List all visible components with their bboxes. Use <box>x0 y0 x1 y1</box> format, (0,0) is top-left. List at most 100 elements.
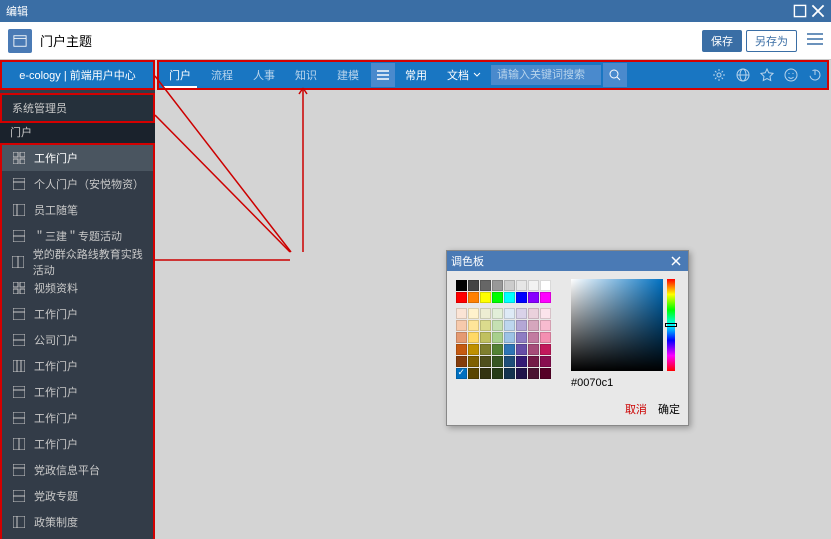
cancel-button[interactable]: 取消 <box>625 404 647 416</box>
color-swatch[interactable] <box>480 320 491 331</box>
sidebar-item[interactable]: 工作门户 <box>2 301 153 327</box>
color-swatch[interactable] <box>540 332 551 343</box>
sidebar-item[interactable]: 党的群众路线教育实践活动 <box>2 249 153 275</box>
tab-portal[interactable]: 门户 <box>159 62 201 88</box>
color-swatch[interactable] <box>504 280 515 291</box>
sidebar-item[interactable]: 公司门户 <box>2 327 153 353</box>
color-swatch[interactable] <box>540 280 551 291</box>
sidebar-item[interactable]: 视频资料 <box>2 275 153 301</box>
color-swatch[interactable] <box>540 308 551 319</box>
save-as-button[interactable]: 另存为 <box>746 30 797 52</box>
color-swatch[interactable] <box>528 356 539 367</box>
color-swatch[interactable] <box>540 292 551 303</box>
color-swatch[interactable] <box>480 368 491 379</box>
sidebar-item[interactable]: 工作门户 <box>2 353 153 379</box>
color-swatch[interactable] <box>456 292 467 303</box>
power-icon[interactable] <box>803 63 827 87</box>
color-swatch[interactable] <box>468 280 479 291</box>
star-icon[interactable] <box>755 63 779 87</box>
color-swatch[interactable] <box>528 280 539 291</box>
tab-model[interactable]: 建模 <box>327 62 369 88</box>
color-swatch[interactable] <box>516 332 527 343</box>
color-swatch[interactable] <box>492 368 503 379</box>
color-swatch[interactable] <box>516 356 527 367</box>
color-swatch[interactable] <box>492 320 503 331</box>
color-swatch[interactable] <box>504 292 515 303</box>
sidebar-item[interactable]: 工作门户 <box>2 405 153 431</box>
color-swatch[interactable] <box>456 356 467 367</box>
color-swatch[interactable] <box>492 308 503 319</box>
color-swatch[interactable] <box>492 332 503 343</box>
menu-toggle-icon[interactable] <box>371 63 395 87</box>
color-swatch[interactable] <box>468 320 479 331</box>
sidebar-item[interactable]: 党政专题 <box>2 483 153 509</box>
color-swatch[interactable] <box>456 368 467 379</box>
color-swatch[interactable] <box>504 332 515 343</box>
color-swatch[interactable] <box>480 280 491 291</box>
color-swatch[interactable] <box>528 292 539 303</box>
save-button[interactable]: 保存 <box>702 30 742 52</box>
color-swatch[interactable] <box>540 344 551 355</box>
color-swatch[interactable] <box>528 308 539 319</box>
color-swatch[interactable] <box>456 332 467 343</box>
color-swatch[interactable] <box>456 280 467 291</box>
window-maximize-icon[interactable] <box>793 4 807 18</box>
color-swatch[interactable] <box>540 368 551 379</box>
color-swatch[interactable] <box>468 332 479 343</box>
ok-button[interactable]: 确定 <box>658 404 680 416</box>
color-swatch[interactable] <box>504 320 515 331</box>
color-swatch[interactable] <box>540 320 551 331</box>
sidebar-item[interactable]: 个人门户（安悦物资） <box>2 171 153 197</box>
color-swatch[interactable] <box>540 356 551 367</box>
sidebar-item[interactable]: 员工随笔 <box>2 197 153 223</box>
color-swatch[interactable] <box>516 280 527 291</box>
window-close-icon[interactable] <box>811 4 825 18</box>
color-swatch[interactable] <box>492 292 503 303</box>
color-swatch[interactable] <box>480 332 491 343</box>
gear-icon[interactable] <box>707 63 731 87</box>
sidebar-item[interactable]: 工作门户 <box>2 145 153 171</box>
color-swatch[interactable] <box>480 356 491 367</box>
doc-dropdown[interactable]: 文档 <box>441 67 487 83</box>
sidebar-item[interactable]: 政策制度 <box>2 509 153 535</box>
color-swatch[interactable] <box>456 308 467 319</box>
color-swatch[interactable] <box>504 356 515 367</box>
color-swatch[interactable] <box>528 344 539 355</box>
color-swatch[interactable] <box>492 280 503 291</box>
color-swatch[interactable] <box>504 344 515 355</box>
hue-slider[interactable] <box>667 279 675 371</box>
color-swatch[interactable] <box>456 320 467 331</box>
sidebar-item[interactable]: 工作门户 <box>2 431 153 457</box>
color-swatch[interactable] <box>528 332 539 343</box>
tab-knowledge[interactable]: 知识 <box>285 62 327 88</box>
search-button[interactable] <box>603 63 627 87</box>
color-swatch[interactable] <box>456 344 467 355</box>
menu-icon[interactable] <box>807 32 823 50</box>
tab-hr[interactable]: 人事 <box>243 62 285 88</box>
color-swatch[interactable] <box>492 344 503 355</box>
color-swatch[interactable] <box>516 320 527 331</box>
close-icon[interactable] <box>668 253 684 269</box>
color-swatch[interactable] <box>528 368 539 379</box>
color-swatch[interactable] <box>468 356 479 367</box>
sidebar-item[interactable]: 党政信息平台 <box>2 457 153 483</box>
color-swatch[interactable] <box>528 320 539 331</box>
color-swatch[interactable] <box>468 344 479 355</box>
color-gradient[interactable] <box>571 279 663 371</box>
color-swatch[interactable] <box>516 308 527 319</box>
color-swatch[interactable] <box>516 344 527 355</box>
tab-workflow[interactable]: 流程 <box>201 62 243 88</box>
color-swatch[interactable] <box>480 344 491 355</box>
color-swatch[interactable] <box>492 356 503 367</box>
color-swatch[interactable] <box>468 308 479 319</box>
color-swatch[interactable] <box>480 292 491 303</box>
globe-icon[interactable] <box>731 63 755 87</box>
color-swatch[interactable] <box>504 368 515 379</box>
color-swatch[interactable] <box>504 308 515 319</box>
color-swatch[interactable] <box>516 292 527 303</box>
color-swatch[interactable] <box>468 368 479 379</box>
color-swatch[interactable] <box>516 368 527 379</box>
sidebar-item[interactable]: 工作门户 <box>2 379 153 405</box>
search-input[interactable] <box>491 65 601 85</box>
smile-icon[interactable] <box>779 63 803 87</box>
